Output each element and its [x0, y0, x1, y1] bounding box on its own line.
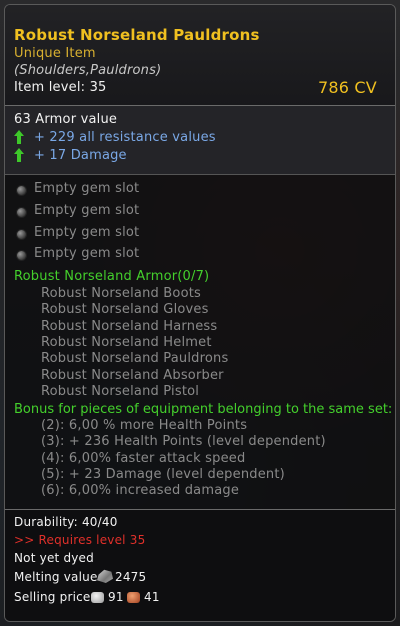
selling-silver: 91: [108, 590, 124, 604]
item-level-label: Item level:: [14, 80, 86, 95]
gem-slot-icon: [16, 207, 27, 218]
set-piece: Robust Norseland Gloves: [41, 302, 209, 317]
item-level-value: 35: [89, 80, 107, 95]
set-piece: Robust Norseland Absorber: [41, 368, 224, 383]
item-level: Item level: 35: [14, 80, 107, 95]
set-piece: Robust Norseland Pauldrons: [41, 351, 229, 366]
melting-label: Melting value:: [14, 570, 102, 584]
stat-bonus-resistance: + 229 all resistance values: [34, 130, 216, 145]
level-requirement: >> Requires level 35: [14, 533, 146, 547]
set-bonus: (6): 6,00% increased damage: [41, 483, 240, 498]
combat-value: 786 CV: [318, 78, 377, 97]
item-rarity: Unique Item: [14, 46, 96, 61]
gem-slot-icon: [16, 250, 27, 261]
green-up-arrow-icon: [14, 130, 24, 144]
green-up-arrow-icon: [14, 148, 24, 162]
silver-coin-icon: [91, 592, 104, 603]
set-title: Robust Norseland Armor(0/7): [14, 269, 210, 284]
stat-bonus-damage: + 17 Damage: [34, 148, 127, 163]
set-bonus-title: Bonus for pieces of equipment belonging …: [14, 402, 393, 417]
gem-slot: Empty gem slot: [34, 246, 140, 261]
gem-slot: Empty gem slot: [34, 225, 140, 240]
copper-coin-icon: [127, 592, 140, 603]
gem-slot-icon: [16, 229, 27, 240]
item-category: (Shoulders,Pauldrons): [14, 63, 162, 78]
dye-status: Not yet dyed: [14, 551, 94, 565]
gem-slot-icon: [16, 185, 27, 196]
gem-slot: Empty gem slot: [34, 181, 140, 196]
selling-label: Selling price:: [14, 590, 95, 604]
item-name: Robust Norseland Pauldrons: [14, 26, 260, 44]
gem-slot: Empty gem slot: [34, 203, 140, 218]
set-piece: Robust Norseland Pistol: [41, 384, 200, 399]
set-bonus: (3): + 236 Health Points (level dependen…: [41, 434, 326, 449]
set-piece: Robust Norseland Helmet: [41, 335, 212, 350]
set-bonus: (5): + 23 Damage (level dependent): [41, 467, 285, 482]
melting-value: 2475: [115, 570, 147, 584]
durability: Durability: 40/40: [14, 515, 118, 529]
set-piece: Robust Norseland Boots: [41, 286, 201, 301]
selling-copper: 41: [144, 590, 160, 604]
item-tooltip: Robust Norseland Pauldrons Unique Item (…: [4, 4, 396, 622]
set-bonus: (4): 6,00% faster attack speed: [41, 451, 246, 466]
set-piece: Robust Norseland Harness: [41, 319, 218, 334]
set-bonus: (2): 6,00 % more Health Points: [41, 418, 248, 433]
armor-value: 63 Armor value: [14, 112, 118, 127]
